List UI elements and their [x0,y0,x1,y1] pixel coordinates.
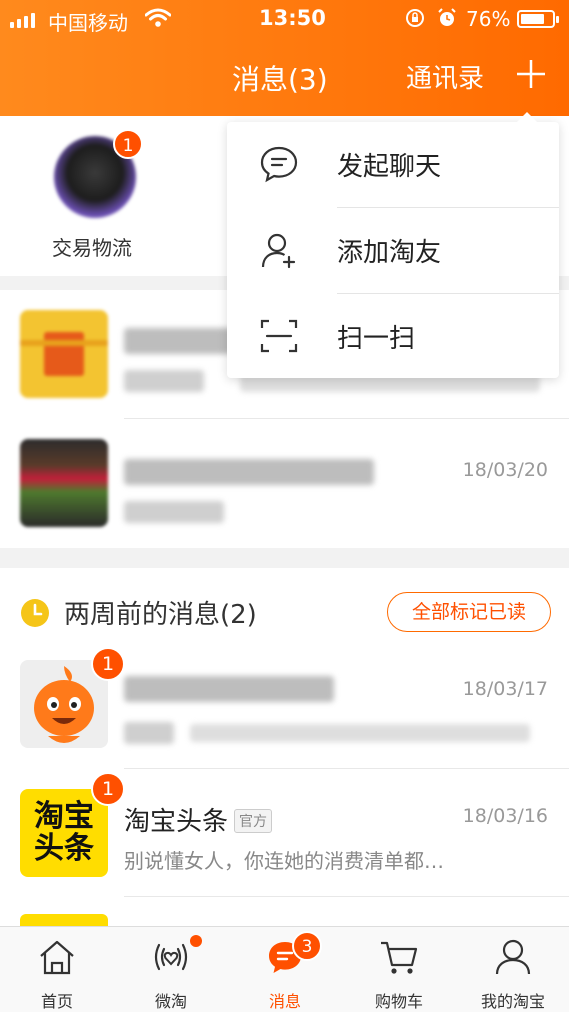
message-preview: 别说懂女人，你连她的消费清单都… [124,849,444,873]
menu-start-chat[interactable]: 发起聊天 [227,122,559,207]
message-time: 18/03/20 [462,459,548,481]
message-time: 18/03/17 [462,678,548,700]
section-title: 两周前的消息(2) [64,600,257,630]
plus-dropdown-menu: 发起聊天 添加淘友 扫一扫 [227,112,559,379]
plus-icon[interactable] [514,57,548,91]
wifi-icon [144,8,172,33]
chat-row-taobao-headlines[interactable]: 淘宝 头条 1 淘宝头条 官方 18/03/16 别说懂女人，你连她的消费清单都… [0,769,569,897]
tile-badge: 1 [113,129,143,159]
tab-label: 购物车 [374,992,423,1011]
tab-my-taobao[interactable]: 我的淘宝 [456,927,569,1012]
add-friend-icon [261,233,296,269]
profile-icon [495,939,531,975]
signal-icon [10,12,35,28]
row-divider [124,896,569,897]
scan-icon [260,319,298,353]
new-content-dot [190,935,202,947]
tab-label: 我的淘宝 [480,992,545,1011]
taobao-headlines-logo: 淘宝 头条 [20,789,108,877]
message-time: 18/03/16 [462,805,548,827]
title-redacted [124,459,374,485]
preview-redacted [190,724,530,742]
alarm-icon [438,8,456,26]
status-bar: 中国移动 13:50 76% [0,0,569,40]
carrier-label: 中国移动 [48,11,128,35]
battery-icon [517,10,559,28]
chat-title: 淘宝头条 官方 [124,801,273,838]
cart-icon [381,941,418,974]
page-title: 消息(3) [232,63,328,96]
avatar [20,439,108,527]
menu-label: 扫一扫 [337,324,416,354]
tab-label: 首页 [40,992,73,1011]
contacts-link[interactable]: 通讯录 [406,58,484,95]
chat-bubble-icon [260,146,298,183]
unread-badge: 1 [91,772,125,806]
chat-row[interactable]: 1 18/03/17 [0,640,569,768]
bottom-tab-bar: 首页 微淘 3 消息 购物车 我的淘宝 [0,926,569,1012]
section-gap [0,548,569,568]
tab-cart[interactable]: 购物车 [342,927,456,1012]
title-redacted [124,676,334,702]
mark-all-read-button[interactable]: 全部标记已读 [387,592,551,632]
tab-weitao[interactable]: 微淘 [114,927,228,1012]
logo-text: 淘宝 头条 [34,799,94,866]
preview-redacted [124,722,174,744]
menu-add-friend[interactable]: 添加淘友 [227,208,559,293]
home-icon [40,940,74,975]
chat-title-text: 淘宝头条 [124,807,229,837]
tab-messages[interactable]: 3 消息 [228,927,342,1012]
unread-badge: 1 [91,647,125,681]
tab-badge: 3 [292,931,322,961]
clock-icon [21,599,49,627]
title-redacted [124,328,234,354]
tab-label: 微淘 [154,992,187,1011]
avatar [20,310,108,398]
tile-label-logistics[interactable]: 交易物流 [52,232,132,261]
preview-redacted [124,370,204,392]
status-time: 13:50 [259,6,326,30]
menu-label: 发起聊天 [337,152,442,182]
tab-label: 消息 [268,992,301,1011]
header-bar: 中国移动 13:50 76% 消息(3) 通讯录 [0,0,569,116]
weitao-icon [154,943,188,971]
preview-redacted [124,501,224,523]
menu-scan[interactable]: 扫一扫 [227,294,559,379]
menu-label: 添加淘友 [337,238,442,268]
orientation-lock-icon [406,9,424,27]
tab-home[interactable]: 首页 [0,927,114,1012]
next-row-avatar-peek [20,914,108,926]
chat-row[interactable]: 18/03/20 [0,419,569,547]
battery-percent: 76% [466,7,511,31]
official-tag: 官方 [234,809,273,833]
